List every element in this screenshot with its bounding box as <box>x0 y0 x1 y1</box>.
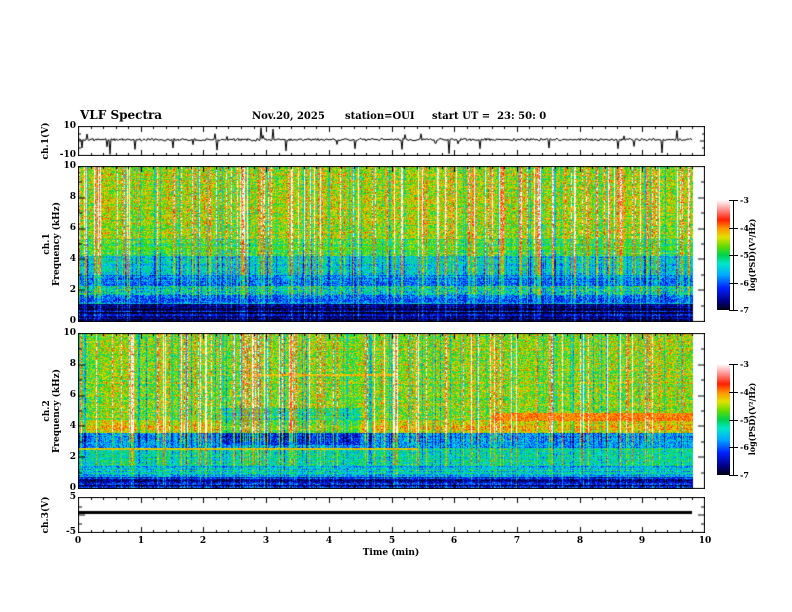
colorbar-tick-label: -3 <box>740 359 749 369</box>
y-tick-label: 10 <box>63 161 76 171</box>
colorbar-tick-label: -4 <box>740 387 749 397</box>
colorbar-tick <box>729 283 738 284</box>
ch1-voltage-axis-label: ch.1(V) <box>41 122 51 160</box>
x-tick-label: 8 <box>576 536 584 546</box>
colorbar-tick <box>729 364 738 365</box>
ch1-waveform-plot <box>78 126 705 156</box>
colorbar-tick <box>729 420 738 421</box>
y-tick-label: 4 <box>69 421 76 431</box>
colorbar-tick <box>729 310 738 311</box>
y-tick-label: 10 <box>63 328 76 338</box>
y-tick-label: 2 <box>69 452 76 462</box>
y-tick-label: 6 <box>69 223 76 233</box>
colorbar-tick <box>729 200 738 201</box>
x-tick-label: 3 <box>262 536 270 546</box>
ch3-voltage-axis-label: ch.3(V) <box>41 496 51 534</box>
x-tick-label: 2 <box>199 536 207 546</box>
date-label: Nov.20, 2025 <box>252 111 325 122</box>
start-ut-label: start UT = 23: 50: 0 <box>432 111 547 122</box>
x-tick-label: 6 <box>450 536 458 546</box>
vlf-spectra-plot: VLF Spectra Nov.20, 2025 station=OUI sta… <box>0 0 792 612</box>
colorbar-tick-label: -6 <box>740 278 749 288</box>
ch2-spectrogram-plot <box>78 333 705 489</box>
x-tick-label: 9 <box>638 536 646 546</box>
colorbar-tick <box>729 228 738 229</box>
x-tick-label: 10 <box>698 536 712 546</box>
colorbar-tick-label: -7 <box>740 305 749 315</box>
x-tick-label: 1 <box>137 536 145 546</box>
colorbar-tick-label: -3 <box>740 195 749 205</box>
y-tick-label: 2 <box>69 285 76 295</box>
ch2-frequency-axis-label: ch.2 Frequency (kHz) <box>42 368 62 454</box>
y-tick-label: 8 <box>69 359 76 369</box>
colorbar-tick <box>729 392 738 393</box>
x-tick-label: 0 <box>74 536 82 546</box>
colorbar-tick-label: -7 <box>740 470 749 480</box>
colorbar-tick-label: -6 <box>740 442 749 452</box>
ch1-frequency-axis-label: ch.1 Frequency (kHz) <box>42 201 62 287</box>
x-tick-label: 5 <box>388 536 396 546</box>
page-title: VLF Spectra <box>80 108 163 122</box>
x-axis-title: Time (min) <box>362 548 420 558</box>
x-tick-label: 7 <box>513 536 521 546</box>
station-label: station=OUI <box>345 111 415 122</box>
y-tick-label: 4 <box>69 254 76 264</box>
y-tick-label: 5 <box>69 492 76 502</box>
y-tick-label: -10 <box>59 150 76 160</box>
x-tick-label: 4 <box>325 536 333 546</box>
y-tick-label: 6 <box>69 390 76 400</box>
colorbar-tick <box>729 255 738 256</box>
colorbar-tick <box>729 475 738 476</box>
colorbar-tick-label: -4 <box>740 223 749 233</box>
y-tick-label: 0 <box>69 316 76 326</box>
colorbar-tick <box>729 447 738 448</box>
ch3-waveform-plot <box>78 497 705 533</box>
y-tick-label: 10 <box>63 121 76 131</box>
colorbar-tick-label: -5 <box>740 415 749 425</box>
y-tick-label: 8 <box>69 192 76 202</box>
ch1-spectrogram-plot <box>78 166 705 322</box>
colorbar-tick-label: -5 <box>740 250 749 260</box>
